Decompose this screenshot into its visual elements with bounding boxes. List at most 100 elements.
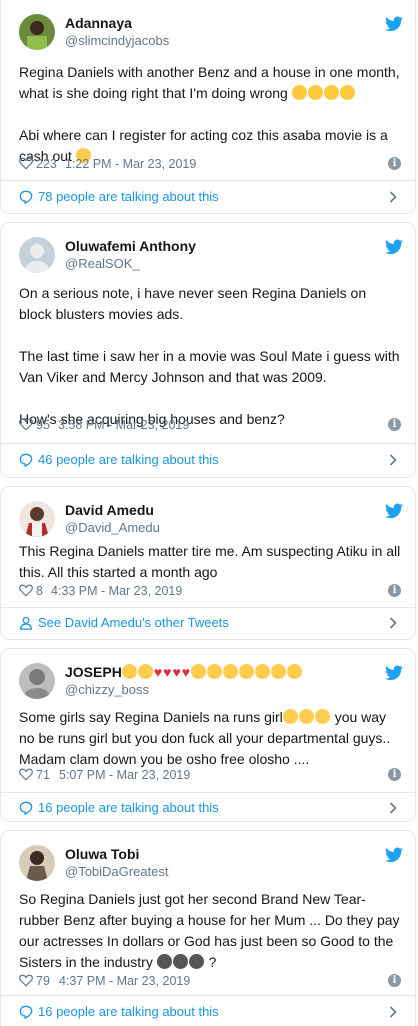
timestamp[interactable]: 4:37 PM - Mar 23, 2019 (59, 974, 190, 988)
tweet-card[interactable]: Oluwafemi Anthony @RealSOK_ On a serious… (0, 222, 416, 478)
conversation-label: 46 people are talking about this (38, 452, 219, 467)
conversation-label: 16 people are talking about this (38, 800, 219, 815)
comment-icon (19, 1005, 33, 1019)
divider (1, 607, 415, 608)
tweet-header: Adannaya @slimcindyjacobs (19, 14, 403, 54)
tweet-meta: 95 3:58 PM - Mar 23, 2019 i (19, 417, 401, 435)
tweet-text-paragraph: This Regina Daniels matter tire me. Am s… (19, 543, 401, 580)
person-icon (20, 616, 32, 630)
avatar[interactable] (19, 845, 55, 881)
grinning-squint-emoji (191, 664, 207, 679)
comment-icon (19, 190, 33, 204)
tears-of-joy-emoji (121, 664, 137, 679)
tweet-text: On a serious note, i have never seen Reg… (19, 283, 401, 430)
heart-icon[interactable] (19, 157, 33, 170)
tweet-header: Oluwa Tobi @TobiDaGreatest (19, 845, 403, 885)
author-name[interactable]: David Amedu (65, 502, 154, 518)
tears-of-joy-emoji (314, 709, 330, 724)
tweet-meta: 8 4:33 PM - Mar 23, 2019 i (19, 583, 401, 601)
tweet-header: Oluwafemi Anthony @RealSOK_ (19, 237, 403, 277)
grinning-face-emoji (271, 664, 287, 679)
tweet-meta: 71 5:07 PM - Mar 23, 2019 i (19, 767, 401, 785)
author-name[interactable]: Oluwa Tobi (65, 846, 139, 862)
grinning-squint-emoji (207, 664, 223, 679)
chevron-right-icon (389, 802, 397, 814)
divider (1, 792, 415, 793)
tears-of-joy-emoji (298, 709, 314, 724)
conversation-link[interactable]: 78 people are talking about this (19, 188, 401, 208)
weary-face-emoji (339, 85, 355, 100)
info-icon[interactable]: i (388, 974, 401, 987)
info-icon[interactable]: i (388, 584, 401, 597)
timestamp[interactable]: 5:07 PM - Mar 23, 2019 (59, 768, 190, 782)
tweet-text: Regina Daniels with another Benz and a h… (19, 62, 401, 167)
chevron-right-icon (389, 454, 397, 466)
divider (1, 443, 415, 444)
tweet-card[interactable]: Oluwa Tobi @TobiDaGreatest So Regina Dan… (0, 830, 416, 1026)
conversation-link[interactable]: 46 people are talking about this (19, 451, 401, 471)
conversation-link[interactable]: 16 people are talking about this (19, 1003, 401, 1023)
avatar[interactable] (19, 14, 55, 50)
heart-icon[interactable] (19, 768, 33, 781)
tweet-header: JOSEPH ♥♥♥♥ @chizzy_boss (19, 663, 403, 703)
like-count: 71 (36, 768, 50, 782)
author-handle[interactable]: @RealSOK_ (65, 256, 140, 271)
tweet-text-paragraph: The last time i saw her in a movie was S… (19, 348, 400, 385)
like-count: 8 (36, 584, 43, 598)
timestamp[interactable]: 3:58 PM - Mar 23, 2019 (58, 418, 189, 432)
timestamp[interactable]: 1:22 PM - Mar 23, 2019 (65, 157, 196, 171)
author-handle[interactable]: @David_Amedu (65, 520, 160, 535)
avatar[interactable] (19, 663, 55, 699)
author-name[interactable]: JOSEPH ♥♥♥♥ (65, 664, 303, 680)
twitter-bird-icon[interactable] (385, 503, 403, 519)
info-icon[interactable]: i (388, 418, 401, 431)
weary-face-emoji (291, 85, 307, 100)
timestamp[interactable]: 4:33 PM - Mar 23, 2019 (51, 584, 182, 598)
dark-face-emoji (172, 954, 188, 969)
tweet-meta: 223 1:22 PM - Mar 23, 2019 i (19, 156, 401, 174)
red-heart-emoji: ♥ (181, 664, 191, 680)
grinning-face-emoji (287, 664, 303, 679)
comment-icon (19, 801, 33, 815)
info-icon[interactable]: i (388, 768, 401, 781)
twitter-bird-icon[interactable] (385, 847, 403, 863)
conversation-label: 78 people are talking about this (38, 189, 219, 204)
tweet-meta: 79 4:37 PM - Mar 23, 2019 i (19, 973, 401, 991)
conversation-link[interactable]: 16 people are talking about this (19, 799, 401, 819)
divider (1, 180, 415, 181)
tweet-header: David Amedu @David_Amedu (19, 501, 403, 541)
red-heart-emoji: ♥ (153, 664, 163, 680)
avatar[interactable] (19, 501, 55, 537)
weary-face-emoji (323, 85, 339, 100)
heart-icon[interactable] (19, 974, 33, 987)
author-handle[interactable]: @slimcindyjacobs (65, 33, 169, 48)
dark-face-emoji (188, 954, 204, 969)
like-count: 223 (36, 157, 57, 171)
author-handle[interactable]: @TobiDaGreatest (65, 864, 169, 879)
profile-link[interactable]: See David Amedu's other Tweets (19, 614, 401, 634)
tweet-text-paragraph: On a serious note, i have never seen Reg… (19, 285, 367, 322)
dark-face-emoji (156, 954, 172, 969)
author-handle[interactable]: @chizzy_boss (65, 682, 149, 697)
heart-icon[interactable] (19, 418, 33, 431)
weary-face-emoji (307, 85, 323, 100)
tweet-card[interactable]: JOSEPH ♥♥♥♥ @chizzy_boss Some girls say R… (0, 648, 416, 822)
info-icon[interactable]: i (388, 157, 401, 170)
tweet-text: Some girls say Regina Daniels na runs gi… (19, 707, 401, 770)
author-name-text: JOSEPH (65, 664, 122, 680)
tweet-text-paragraph: ? (208, 954, 217, 970)
author-name[interactable]: Adannaya (65, 15, 132, 31)
divider (1, 995, 415, 996)
twitter-bird-icon[interactable] (385, 665, 403, 681)
tweet-card[interactable]: Adannaya @slimcindyjacobs Regina Daniels… (0, 0, 416, 214)
author-name[interactable]: Oluwafemi Anthony (65, 238, 196, 254)
heart-icon[interactable] (19, 584, 33, 597)
avatar[interactable] (19, 237, 55, 273)
twitter-bird-icon[interactable] (385, 239, 403, 255)
hushed-face-emoji (255, 664, 271, 679)
tweet-card[interactable]: David Amedu @David_Amedu This Regina Dan… (0, 486, 416, 640)
red-heart-emoji: ♥ (163, 664, 172, 680)
profile-link-label: See David Amedu's other Tweets (38, 615, 229, 630)
comment-icon (19, 453, 33, 467)
twitter-bird-icon[interactable] (385, 16, 403, 32)
